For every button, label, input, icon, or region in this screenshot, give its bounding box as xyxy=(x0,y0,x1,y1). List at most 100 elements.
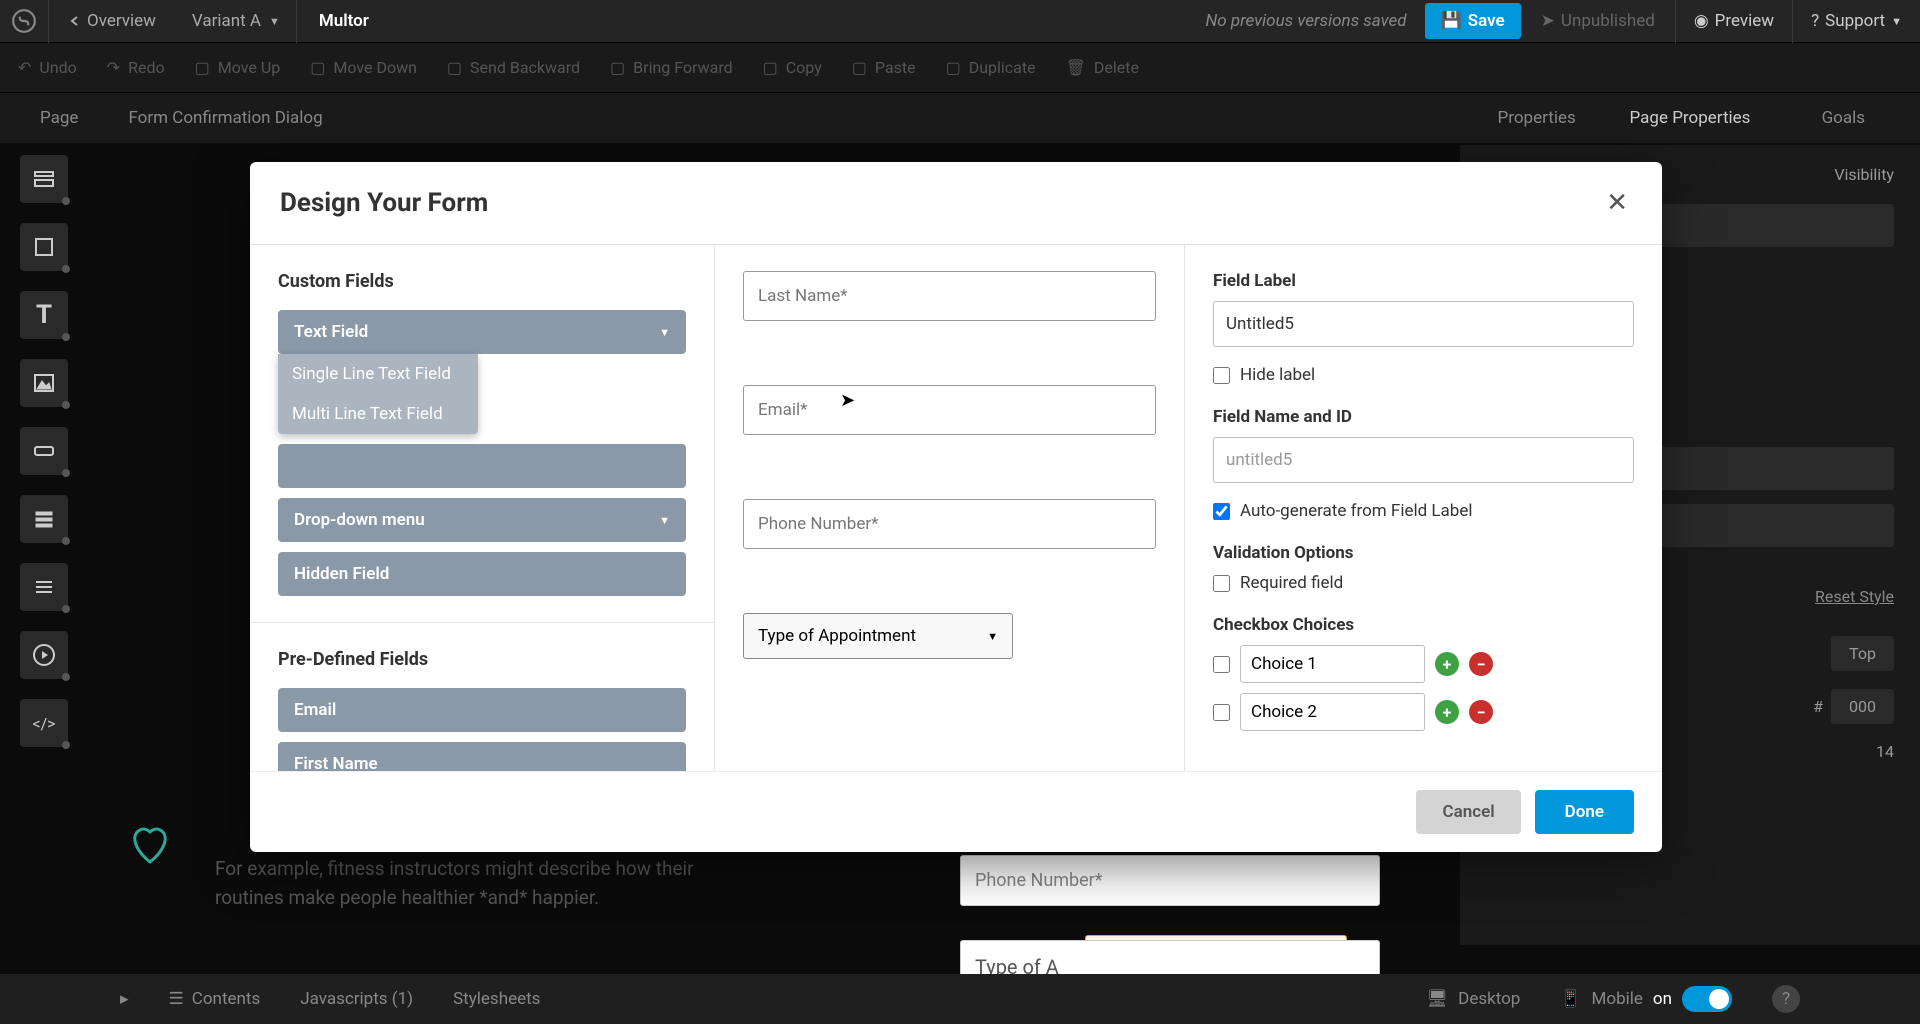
choice2-input[interactable] xyxy=(1240,693,1425,731)
copy-icon: ▢ xyxy=(763,58,778,77)
chevron-down-icon: ▼ xyxy=(987,630,998,643)
contents-button[interactable]: ☰ Contents xyxy=(169,989,261,1009)
add-choice-icon[interactable]: + xyxy=(1435,652,1459,676)
copy-button[interactable]: ▢Copy xyxy=(763,58,822,77)
app-logo[interactable] xyxy=(0,8,48,34)
form-preview-column: Type of Appointment ▼ xyxy=(715,245,1185,771)
field-label-heading: Field Label xyxy=(1213,271,1634,291)
text-tool-icon[interactable]: T xyxy=(20,291,68,339)
mobile-toggle[interactable]: 📱 Mobile on xyxy=(1560,986,1732,1012)
project-name: Multor xyxy=(297,11,369,31)
multi-line-option[interactable]: Multi Line Text Field xyxy=(278,394,478,434)
choice1-input[interactable] xyxy=(1240,645,1425,683)
fontsize-value[interactable]: 14 xyxy=(1876,742,1894,761)
variant-dropdown[interactable]: Variant A ▼ xyxy=(176,0,297,43)
back-icon: ▢ xyxy=(447,58,462,77)
remove-choice-icon[interactable]: − xyxy=(1469,652,1493,676)
field-name-id-input[interactable] xyxy=(1213,437,1634,483)
down-icon: ▢ xyxy=(310,58,325,77)
support-dropdown[interactable]: ? Support ▼ xyxy=(1792,0,1920,43)
add-choice-icon[interactable]: + xyxy=(1435,700,1459,724)
unpublished-label: Unpublished xyxy=(1561,11,1655,31)
goals-tab[interactable]: Goals xyxy=(1767,94,1920,142)
cancel-button[interactable]: Cancel xyxy=(1416,790,1520,834)
help-icon[interactable]: ? xyxy=(1772,985,1800,1013)
code-tool-icon[interactable]: </> xyxy=(20,699,68,747)
box-tool-icon[interactable] xyxy=(20,223,68,271)
duplicate-icon: ▢ xyxy=(946,58,961,77)
modal-footer: Cancel Done xyxy=(250,771,1662,852)
variant-label: Variant A xyxy=(192,11,261,31)
hidden-field-pill[interactable]: Hidden Field xyxy=(278,552,686,596)
remove-choice-icon[interactable]: − xyxy=(1469,700,1493,724)
chevron-down-icon: ▼ xyxy=(269,15,280,28)
video-tool-icon[interactable] xyxy=(20,631,68,679)
form-tool-icon[interactable] xyxy=(20,495,68,543)
blank-field-pill[interactable] xyxy=(278,444,686,488)
alignment-value[interactable]: Top xyxy=(1831,636,1894,671)
done-button[interactable]: Done xyxy=(1535,790,1634,834)
mobile-switch[interactable] xyxy=(1682,986,1732,1012)
right-tabs: Properties Page Properties Goals xyxy=(1460,93,1920,143)
required-checkbox[interactable] xyxy=(1213,575,1230,592)
color-value[interactable]: 000 xyxy=(1831,689,1894,724)
field-label-input[interactable] xyxy=(1213,301,1634,347)
section-tool-icon[interactable] xyxy=(20,155,68,203)
bg-benefit-text: For example, fitness instructors might d… xyxy=(215,855,735,912)
support-label: Support xyxy=(1825,11,1885,31)
field-properties-column: Field Label Hide label Field Name and ID… xyxy=(1185,245,1662,771)
save-icon: 💾 xyxy=(1441,11,1462,31)
lastname-preview-input[interactable] xyxy=(743,271,1156,321)
dropdown-menu-field[interactable]: Drop-down menu xyxy=(278,498,686,542)
hide-label-checkbox[interactable] xyxy=(1213,367,1230,384)
button-tool-icon[interactable] xyxy=(20,427,68,475)
overview-button[interactable]: Overview xyxy=(48,0,176,43)
field-name-id-heading: Field Name and ID xyxy=(1213,407,1634,427)
dialog-tab[interactable]: Form Confirmation Dialog xyxy=(128,108,322,128)
sendback-button[interactable]: ▢Send Backward xyxy=(447,58,580,77)
close-icon[interactable]: ✕ xyxy=(1602,184,1632,222)
duplicate-button[interactable]: ▢Duplicate xyxy=(946,58,1036,77)
unpublished-button[interactable]: ➤ Unpublished xyxy=(1521,0,1676,43)
moveup-button[interactable]: ▢Move Up xyxy=(195,58,281,77)
bringfwd-button[interactable]: ▢Bring Forward xyxy=(610,58,733,77)
delete-button[interactable]: 🗑Delete xyxy=(1066,58,1139,77)
stylesheets-button[interactable]: Stylesheets xyxy=(453,989,540,1009)
email-field-pill[interactable]: Email xyxy=(278,688,686,732)
preview-button[interactable]: ◉ Preview xyxy=(1676,0,1792,43)
paste-button[interactable]: ▢Paste xyxy=(852,58,916,77)
action-bar: ↶Undo ↷Redo ▢Move Up ▢Move Down ▢Send Ba… xyxy=(0,43,1920,93)
fwd-icon: ▢ xyxy=(610,58,625,77)
properties-tab[interactable]: Properties xyxy=(1460,94,1613,142)
expand-icon[interactable]: ▸ xyxy=(120,989,129,1009)
autogen-checkbox[interactable] xyxy=(1213,503,1230,520)
save-button[interactable]: 💾 Save xyxy=(1425,3,1521,39)
chevron-down-icon: ▼ xyxy=(1891,15,1902,28)
page-properties-tab[interactable]: Page Properties xyxy=(1613,94,1766,142)
save-status-text: No previous versions saved xyxy=(1206,11,1425,31)
javascripts-button[interactable]: Javascripts (1) xyxy=(300,989,413,1009)
bottom-bar: ▸ ☰ Contents Javascripts (1) Stylesheets… xyxy=(0,974,1920,1024)
choice2-checkbox[interactable] xyxy=(1213,704,1230,721)
send-icon: ➤ xyxy=(1541,11,1555,31)
email-preview-input[interactable] xyxy=(743,385,1156,435)
choice1-checkbox[interactable] xyxy=(1213,656,1230,673)
design-form-modal: Design Your Form ✕ Custom Fields Text Fi… xyxy=(250,162,1662,852)
field-types-column: Custom Fields Text Field Single Line Tex… xyxy=(250,245,715,771)
undo-button[interactable]: ↶Undo xyxy=(18,58,77,77)
preview-label: Preview xyxy=(1715,11,1774,31)
page-tab[interactable]: Page xyxy=(40,108,78,128)
phone-preview-input[interactable] xyxy=(743,499,1156,549)
redo-icon: ↷ xyxy=(107,58,120,77)
list-tool-icon[interactable] xyxy=(20,563,68,611)
paste-icon: ▢ xyxy=(852,58,867,77)
appointment-preview-select[interactable]: Type of Appointment ▼ xyxy=(743,613,1013,659)
firstname-field-pill[interactable]: First Name xyxy=(278,742,686,771)
image-tool-icon[interactable] xyxy=(20,359,68,407)
movedown-button[interactable]: ▢Move Down xyxy=(310,58,417,77)
text-field-dropdown[interactable]: Text Field xyxy=(278,310,686,354)
redo-button[interactable]: ↷Redo xyxy=(107,58,165,77)
modal-header: Design Your Form ✕ xyxy=(250,162,1662,245)
single-line-option[interactable]: Single Line Text Field xyxy=(278,354,478,394)
desktop-toggle[interactable]: 🖥 Desktop xyxy=(1427,989,1521,1009)
